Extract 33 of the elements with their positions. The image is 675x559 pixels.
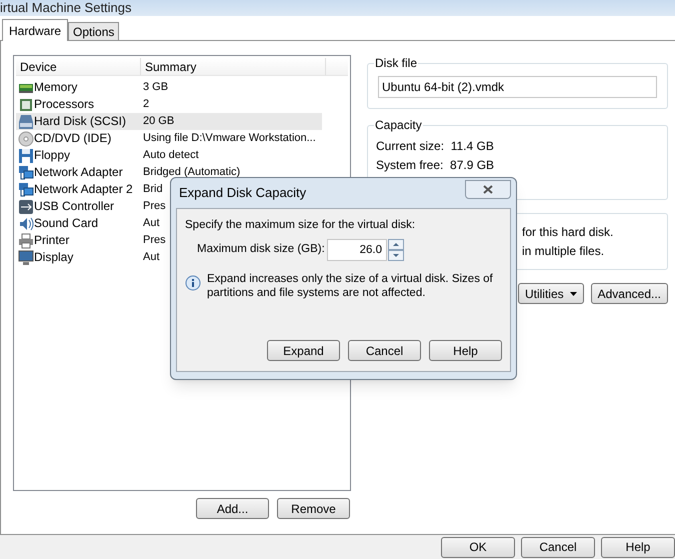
table-cell-text: Brid	[142, 182, 163, 197]
table-cell-text: 3 GB	[142, 80, 168, 95]
group-title: Capacity	[374, 118, 423, 132]
device-name: Network Adapter 2	[34, 181, 133, 198]
device-name: CD/DVD (IDE)	[34, 130, 112, 147]
group-title: Disk file	[374, 56, 418, 70]
prompt-text: Specify the maximum size for the virtual disk:	[185, 218, 416, 233]
device-name: Display	[34, 249, 74, 266]
capacity-text: Current size: 11.4 GB	[376, 138, 495, 154]
table-cell-text: 20 GB	[142, 114, 174, 129]
field-label: Maximum disk size (GB):	[197, 242, 326, 258]
info-text: for this hard disk.	[522, 224, 614, 240]
device-name: Memory	[34, 79, 78, 96]
device-name: Network Adapter	[34, 164, 123, 181]
table-cell-text: Pres	[142, 233, 166, 248]
table-cell-text: Using file D:\Vmware Workstation...	[142, 131, 316, 146]
dialog-title: Expand Disk Capacity	[179, 184, 306, 202]
capacity-text: System free: 87.9 GB	[376, 157, 496, 173]
device-name: Hard Disk (SCSI)	[34, 113, 126, 130]
device-name: Printer	[34, 232, 70, 249]
device-name: Floppy	[34, 147, 70, 164]
table-cell-text: Pres	[142, 199, 166, 214]
table-cell-text: 2	[142, 97, 150, 112]
device-name: Sound Card	[34, 215, 98, 232]
table-cell-text: Auto detect	[142, 148, 199, 163]
device-name: Processors	[34, 96, 94, 113]
table-cell-text: Aut	[142, 250, 160, 265]
device-name: USB Controller	[34, 198, 114, 215]
note-text: Expand increases only the size of a virtual disk. Sizes of partitions and file systems are not affected.	[207, 272, 494, 300]
info-text: in multiple files.	[522, 243, 606, 259]
table-cell-text: Aut	[142, 216, 160, 231]
window-title: irtual Machine Settings	[0, 1, 132, 15]
table-cell-text: Bridged (Automatic)	[142, 165, 240, 180]
